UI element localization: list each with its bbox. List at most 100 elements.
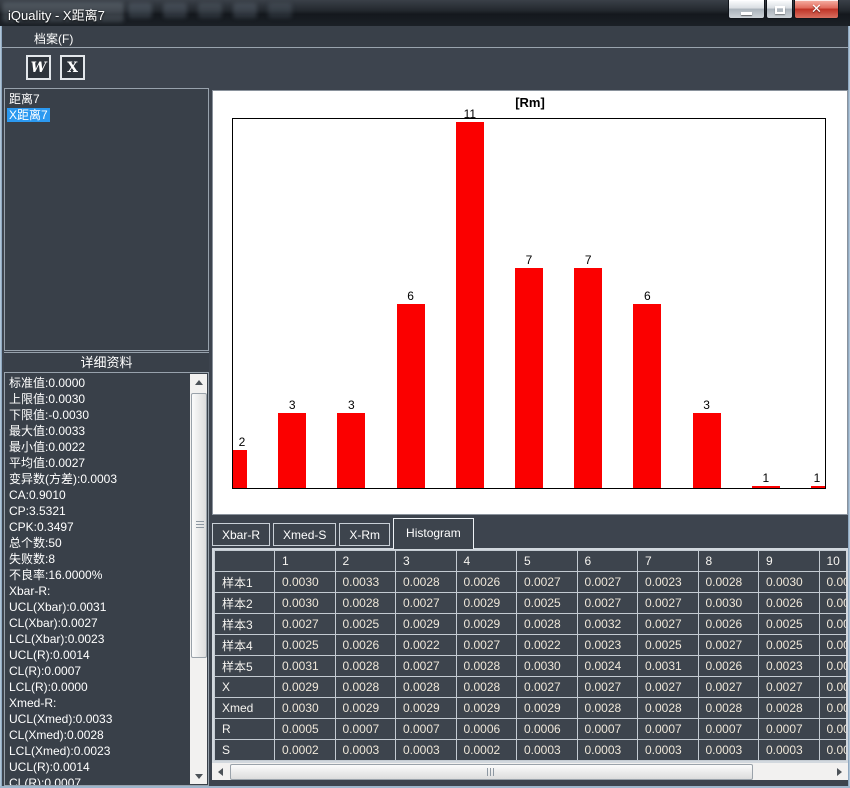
detail-stat-line: CA:0.9010 xyxy=(9,487,188,503)
export-word-button[interactable]: W xyxy=(26,55,51,80)
detail-stat-line: LCL(Xmed):0.0023 xyxy=(9,743,188,759)
table-cell: 0.0025 xyxy=(759,614,820,635)
tab-xmed-s[interactable]: Xmed-S xyxy=(273,523,336,546)
bar-value-label: 6 xyxy=(399,289,423,303)
table-cell: 0.0028 xyxy=(698,698,759,719)
table-cell: 0.0027 xyxy=(638,593,699,614)
column-header: 8 xyxy=(698,551,759,572)
table-cell: 0.0007 xyxy=(638,719,699,740)
table-cell: 0.0030 xyxy=(275,698,336,719)
detail-stat-line: CPK:0.3497 xyxy=(9,519,188,535)
histogram-bar xyxy=(233,450,247,488)
file-list-item[interactable]: X距离7 xyxy=(5,107,208,123)
table-cell: 0.0027 xyxy=(275,614,336,635)
detail-stat-line: 不良率:16.0000% xyxy=(9,567,188,583)
table-cell: 0.0026 xyxy=(335,635,396,656)
column-header: 6 xyxy=(577,551,638,572)
table-cell: 0.0024 xyxy=(577,656,638,677)
window-title: iQuality - X距离7 xyxy=(8,5,105,24)
table-cell: 0.0006 xyxy=(456,719,517,740)
table-cell: 0.002 xyxy=(819,593,848,614)
table-cell: 0.0026 xyxy=(456,572,517,593)
table-cell: 0.0026 xyxy=(698,656,759,677)
table-cell: 0.0007 xyxy=(335,719,396,740)
detail-stat-line: 下限值:-0.0030 xyxy=(9,407,188,423)
table-cell: 0.0025 xyxy=(517,593,578,614)
file-item-label: 距离7 xyxy=(7,92,42,106)
table-cell: 0.0033 xyxy=(335,572,396,593)
tab-xbar-r[interactable]: Xbar-R xyxy=(212,523,270,546)
table-row: Xmed0.00300.00290.00290.00290.00290.0028… xyxy=(215,698,849,719)
histogram-bar xyxy=(456,122,484,488)
scroll-up-button[interactable] xyxy=(190,374,207,390)
titlebar[interactable]: iQuality - X距离7 ✕ xyxy=(0,0,850,26)
chart-plot-area: 233611776311 xyxy=(232,118,826,489)
column-header: 10 xyxy=(819,551,848,572)
detail-stat-line: 总个数:50 xyxy=(9,535,188,551)
detail-stat-line: UCL(R):0.0014 xyxy=(9,759,188,775)
table-cell: 0.0028 xyxy=(517,614,578,635)
table-row: 样本50.00310.00280.00270.00280.00300.00240… xyxy=(215,656,849,677)
excel-icon: X xyxy=(67,60,78,76)
export-excel-button[interactable]: X xyxy=(60,55,85,80)
row-label: Xmed xyxy=(215,698,275,719)
table-cell: 0.0029 xyxy=(335,698,396,719)
menubar: 档案(F) xyxy=(2,26,848,48)
row-label: 样本5 xyxy=(215,656,275,677)
file-list: 距离7X距离7 xyxy=(4,88,209,351)
detail-stat-line: 标准值:0.0000 xyxy=(9,375,188,391)
detail-stat-line: CL(Xbar):0.0027 xyxy=(9,615,188,631)
detail-vertical-scrollbar[interactable] xyxy=(190,374,207,784)
bar-value-label: 3 xyxy=(695,398,719,412)
close-button[interactable]: ✕ xyxy=(794,0,839,19)
tab-x-rm[interactable]: X-Rm xyxy=(339,523,390,546)
scroll-down-button[interactable] xyxy=(190,768,207,784)
table-cell: 0.0007 xyxy=(759,719,820,740)
table-cell: 0.0028 xyxy=(698,572,759,593)
table-cell: 0.0027 xyxy=(698,635,759,656)
minimize-button[interactable] xyxy=(728,0,765,19)
file-list-item[interactable]: 距离7 xyxy=(5,91,208,107)
column-header: 5 xyxy=(517,551,578,572)
data-grid: 12345678910 样本10.00300.00330.00280.00260… xyxy=(214,550,848,763)
scrollbar-thumb[interactable] xyxy=(230,764,753,780)
detail-stat-line: 失败数:8 xyxy=(9,551,188,567)
table-cell: 0.0029 xyxy=(275,677,336,698)
table-cell: 0.0003 xyxy=(759,740,820,761)
bar-value-label: 3 xyxy=(280,398,304,412)
table-horizontal-scrollbar[interactable] xyxy=(212,763,848,780)
table-cell: 0.0029 xyxy=(396,698,457,719)
histogram-bar xyxy=(693,413,721,488)
table-header-row: 12345678910 xyxy=(215,551,849,572)
table-cell: 0.0030 xyxy=(275,593,336,614)
table-cell: 0.0003 xyxy=(698,740,759,761)
table-row: S0.00020.00030.00030.00020.00030.00030.0… xyxy=(215,740,849,761)
histogram-bar xyxy=(633,304,661,488)
scroll-left-button[interactable] xyxy=(212,763,229,780)
column-header: 2 xyxy=(335,551,396,572)
tab-histogram[interactable]: Histogram xyxy=(393,518,474,549)
maximize-button[interactable] xyxy=(766,0,793,19)
table-cell: 0.003 xyxy=(819,635,848,656)
detail-stat-line: UCL(R):0.0014 xyxy=(9,647,188,663)
table-row: 样本30.00270.00250.00290.00290.00280.00320… xyxy=(215,614,849,635)
sample-data-table: 12345678910 样本10.00300.00330.00280.00260… xyxy=(212,548,848,763)
table-cell: 0.0028 xyxy=(638,698,699,719)
scrollbar-thumb[interactable] xyxy=(191,393,207,658)
histogram-bar xyxy=(397,304,425,488)
table-cell: 0.0003 xyxy=(396,740,457,761)
table-cell: 0.0028 xyxy=(456,677,517,698)
titlebar-ghost xyxy=(268,3,292,18)
detail-stat-line: Xmed-R: xyxy=(9,695,188,711)
minimize-icon xyxy=(741,12,752,15)
table-cell: 0.0002 xyxy=(456,740,517,761)
bar-value-label: 6 xyxy=(635,289,659,303)
menu-item-file[interactable]: 档案(F) xyxy=(30,28,77,49)
row-label: R xyxy=(215,719,275,740)
table-cell: 0.002 xyxy=(819,572,848,593)
scroll-right-button[interactable] xyxy=(831,763,848,780)
table-cell: 0.0002 xyxy=(275,740,336,761)
table-cell: 0.0028 xyxy=(335,677,396,698)
table-cell: 0.0032 xyxy=(577,614,638,635)
table-cell: 0.000 xyxy=(819,719,848,740)
